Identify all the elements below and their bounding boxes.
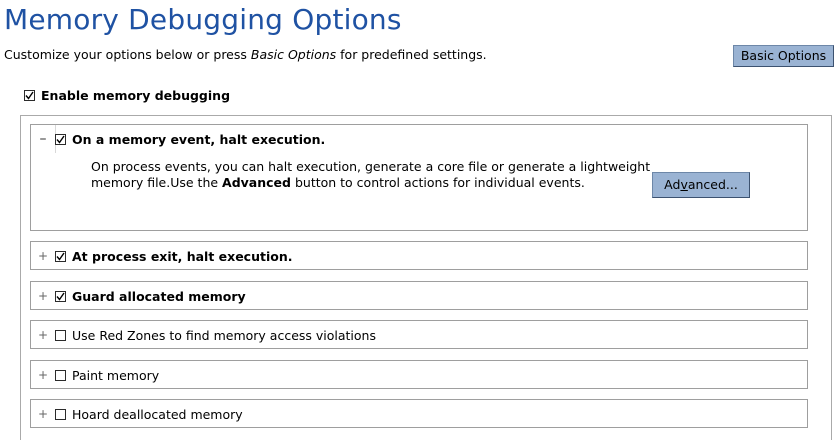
process-exit-checkbox[interactable] xyxy=(55,250,66,262)
guard-memory-label: Guard allocated memory xyxy=(72,288,246,304)
red-zones-checkbox[interactable] xyxy=(55,329,66,341)
memory-event-description: On process events, you can halt executio… xyxy=(91,159,661,191)
panel-header: + Paint memory xyxy=(31,361,807,389)
checkmark-icon xyxy=(56,135,65,144)
description-advanced-ref: Advanced xyxy=(222,175,291,190)
option-panel-paint-memory: + Paint memory xyxy=(30,360,808,389)
panel-header: + Guard allocated memory xyxy=(31,282,807,310)
enable-memory-debugging-label: Enable memory debugging xyxy=(41,87,231,103)
panel-header: + At process exit, halt execution. xyxy=(31,242,807,270)
page-subtitle: Customize your options below or press Ba… xyxy=(4,47,487,62)
paint-memory-checkbox[interactable] xyxy=(55,369,66,381)
option-panel-process-exit: + At process exit, halt execution. xyxy=(30,241,808,270)
expand-icon[interactable]: + xyxy=(31,368,55,382)
panel-header: + Hoard deallocated memory xyxy=(31,400,807,428)
advanced-mnemonic: v xyxy=(680,177,688,192)
memory-event-checkbox[interactable] xyxy=(55,133,66,145)
checkmark-icon xyxy=(56,252,65,261)
description-text-post: button to control actions for individual… xyxy=(290,175,585,190)
enable-memory-debugging-row[interactable]: Enable memory debugging xyxy=(24,87,231,103)
option-panel-hoard-memory: + Hoard deallocated memory xyxy=(30,399,808,428)
page-title: Memory Debugging Options xyxy=(4,3,402,36)
collapse-icon[interactable]: – xyxy=(31,131,55,147)
expand-icon[interactable]: + xyxy=(31,289,55,303)
hoard-memory-checkbox[interactable] xyxy=(55,408,66,420)
subtitle-text-post: for predefined settings. xyxy=(336,47,487,62)
red-zones-label: Use Red Zones to find memory access viol… xyxy=(72,327,376,343)
guard-memory-checkbox[interactable] xyxy=(55,290,66,302)
subtitle-text-pre: Customize your options below or press xyxy=(4,47,251,62)
enable-memory-debugging-checkbox[interactable] xyxy=(24,89,35,101)
expand-icon[interactable]: + xyxy=(31,407,55,421)
option-panel-guard-memory: + Guard allocated memory xyxy=(30,281,808,310)
checkmark-icon xyxy=(25,91,34,100)
panel-header: + Use Red Zones to find memory access vi… xyxy=(31,321,807,349)
expand-icon[interactable]: + xyxy=(31,249,55,263)
advanced-label-post: anced... xyxy=(687,177,738,192)
expand-icon[interactable]: + xyxy=(31,328,55,342)
advanced-label-pre: Ad xyxy=(664,177,681,192)
paint-memory-label: Paint memory xyxy=(72,367,160,383)
hoard-memory-label: Hoard deallocated memory xyxy=(72,406,243,422)
option-panel-red-zones: + Use Red Zones to find memory access vi… xyxy=(30,320,808,349)
checkmark-icon xyxy=(56,292,65,301)
option-panel-memory-event: – On a memory event, halt execution. On … xyxy=(30,124,808,231)
basic-options-button[interactable]: Basic Options xyxy=(733,45,834,67)
advanced-button[interactable]: Advanced... xyxy=(652,172,750,198)
process-exit-label: At process exit, halt execution. xyxy=(72,248,293,264)
panel-header: – On a memory event, halt execution. xyxy=(31,125,807,153)
memory-event-label: On a memory event, halt execution. xyxy=(72,131,326,147)
subtitle-basic-options-ref: Basic Options xyxy=(250,47,337,62)
